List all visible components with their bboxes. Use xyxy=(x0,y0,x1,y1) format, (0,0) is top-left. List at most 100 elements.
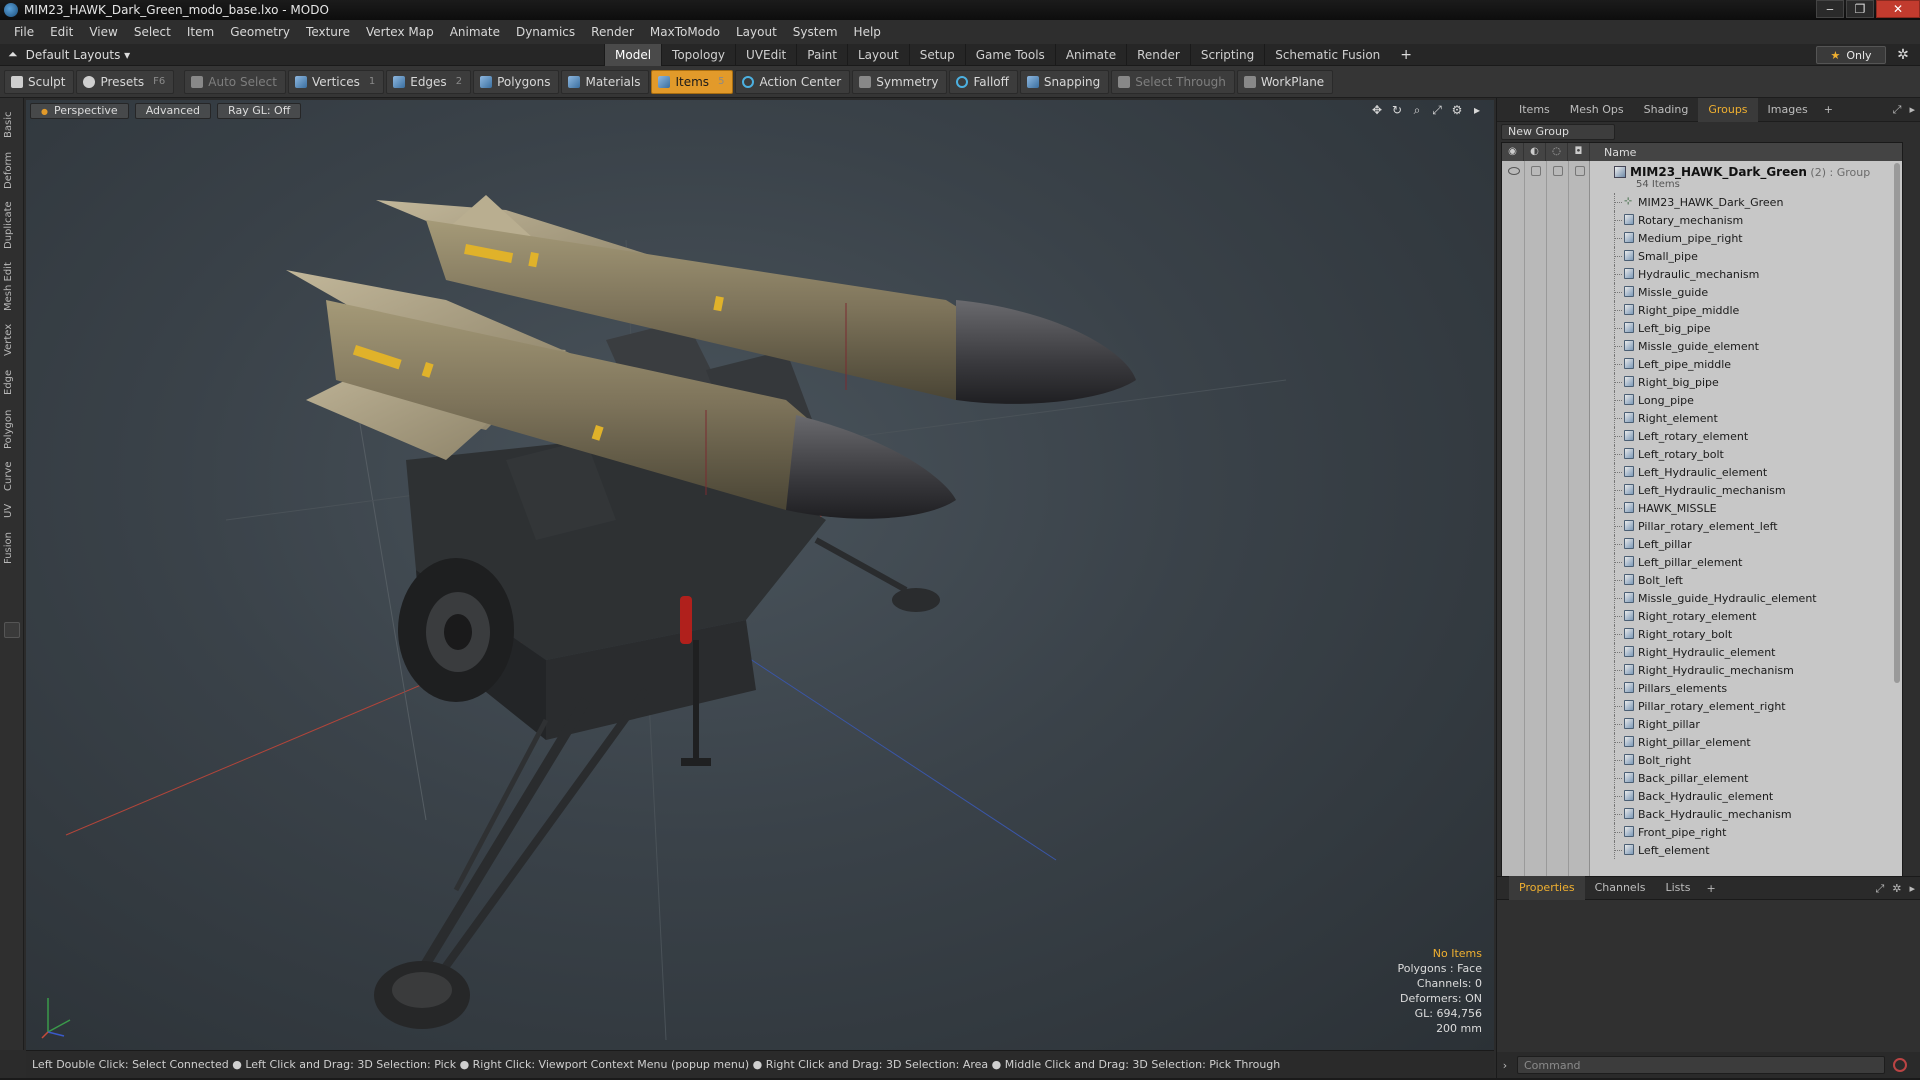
viewport-settings-icon[interactable]: ⚙ xyxy=(1450,103,1464,118)
tab-images[interactable]: Images xyxy=(1758,98,1818,122)
eye-column-icon[interactable]: ◉ xyxy=(1502,143,1524,161)
layout-gear-icon[interactable]: ✲ xyxy=(1894,46,1912,64)
list-scrollbar[interactable] xyxy=(1894,163,1900,683)
menu-animate[interactable]: Animate xyxy=(442,25,508,39)
group-render-toggle[interactable] xyxy=(1531,166,1541,176)
panel-menu-icon[interactable]: ▸ xyxy=(1909,103,1915,117)
add-prop-tab-button[interactable]: + xyxy=(1700,882,1721,895)
menu-texture[interactable]: Texture xyxy=(298,25,358,39)
menu-view[interactable]: View xyxy=(81,25,125,39)
list-item[interactable]: Right_Hydraulic_mechanism xyxy=(1502,661,1902,679)
vertices-button[interactable]: Vertices 1 xyxy=(287,69,385,94)
list-item[interactable]: Left_rotary_bolt xyxy=(1502,445,1902,463)
snapping-button[interactable]: Snapping xyxy=(1019,69,1110,94)
left-tab-polygon[interactable]: Polygon xyxy=(3,404,21,454)
sculpt-button[interactable]: Sculpt xyxy=(4,69,75,94)
add-tab-button[interactable]: + xyxy=(1390,44,1422,66)
group-lock-toggle[interactable] xyxy=(1553,166,1563,176)
prop-expand-icon[interactable]: ⤢ xyxy=(1875,882,1884,896)
polygons-button[interactable]: Polygons xyxy=(473,69,560,94)
menu-edit[interactable]: Edit xyxy=(42,25,81,39)
select-column-icon[interactable]: ◘ xyxy=(1568,143,1590,161)
list-item[interactable]: Left_pillar_element xyxy=(1502,553,1902,571)
list-item[interactable]: Right_element xyxy=(1502,409,1902,427)
list-item[interactable]: Rotary_mechanism xyxy=(1502,211,1902,229)
view-perspective-button[interactable]: ● Perspective xyxy=(30,103,129,119)
list-item[interactable]: Bolt_left xyxy=(1502,571,1902,589)
new-group-button[interactable]: New Group xyxy=(1501,124,1615,140)
left-tab-edge[interactable]: Edge xyxy=(3,364,21,400)
left-tab-deform[interactable]: Deform xyxy=(3,148,21,192)
lock-column-icon[interactable]: ◌ xyxy=(1546,143,1568,161)
group-visibility-eye-icon[interactable] xyxy=(1508,167,1520,175)
left-tab-fusion[interactable]: Fusion xyxy=(3,528,21,568)
symmetry-button[interactable]: Symmetry xyxy=(852,69,948,94)
rotate-icon[interactable]: ↻ xyxy=(1390,103,1404,118)
list-item[interactable]: ⊹ MIM23_HAWK_Dark_Green xyxy=(1502,193,1902,211)
menu-layout[interactable]: Layout xyxy=(728,25,785,39)
list-item[interactable]: Left_Hydraulic_mechanism xyxy=(1502,481,1902,499)
list-item[interactable]: Pillar_rotary_element_left xyxy=(1502,517,1902,535)
group-select-toggle[interactable] xyxy=(1575,166,1585,176)
tab-render[interactable]: Render xyxy=(1126,44,1190,66)
prop-gear-icon[interactable]: ✲ xyxy=(1892,882,1901,896)
workplane-button[interactable]: WorkPlane xyxy=(1236,69,1334,94)
list-item[interactable]: Right_rotary_bolt xyxy=(1502,625,1902,643)
menu-system[interactable]: System xyxy=(785,25,846,39)
list-item[interactable]: Back_pillar_element xyxy=(1502,769,1902,787)
list-item[interactable]: Right_pipe_middle xyxy=(1502,301,1902,319)
list-item[interactable]: Missle_guide_element xyxy=(1502,337,1902,355)
tab-scripting[interactable]: Scripting xyxy=(1189,44,1264,66)
zoom-icon[interactable]: ⌕ xyxy=(1410,103,1424,118)
shading-advanced-button[interactable]: Advanced xyxy=(134,103,212,119)
list-item[interactable]: Back_Hydraulic_mechanism xyxy=(1502,805,1902,823)
tab-lists[interactable]: Lists xyxy=(1656,876,1701,900)
menu-item[interactable]: Item xyxy=(179,25,222,39)
add-panel-tab-button[interactable]: + xyxy=(1818,103,1839,116)
maximize-button[interactable]: ❐ xyxy=(1846,0,1874,18)
expand-panel-icon[interactable]: ⤢ xyxy=(1893,103,1902,117)
group-row[interactable]: MIM23_HAWK_Dark_Green (2) : Group 54 Ite… xyxy=(1502,161,1902,193)
list-item[interactable]: Small_pipe xyxy=(1502,247,1902,265)
tab-topology[interactable]: Topology xyxy=(661,44,735,66)
render-column-icon[interactable]: ◐ xyxy=(1524,143,1546,161)
presets-button[interactable]: Presets F6 xyxy=(76,69,175,94)
list-item[interactable]: Left_element xyxy=(1502,841,1902,859)
record-macro-icon[interactable] xyxy=(1893,1058,1907,1072)
list-item[interactable]: Right_pillar xyxy=(1502,715,1902,733)
select-through-button[interactable]: Select Through xyxy=(1111,69,1235,94)
list-item[interactable]: Bolt_right xyxy=(1502,751,1902,769)
list-item[interactable]: HAWK_MISSLE xyxy=(1502,499,1902,517)
left-tab-basic[interactable]: Basic xyxy=(3,106,21,144)
left-tab-uv[interactable]: UV xyxy=(3,498,21,524)
pan-icon[interactable]: ✥ xyxy=(1370,103,1384,118)
left-tab-mesh-edit[interactable]: Mesh Edit xyxy=(3,258,21,316)
list-item[interactable]: Missle_guide_Hydraulic_element xyxy=(1502,589,1902,607)
tab-properties[interactable]: Properties xyxy=(1509,876,1585,900)
list-item[interactable]: Left_pillar xyxy=(1502,535,1902,553)
edges-button[interactable]: Edges 2 xyxy=(386,69,472,94)
tab-groups[interactable]: Groups xyxy=(1698,97,1758,122)
menu-render[interactable]: Render xyxy=(583,25,642,39)
command-input[interactable] xyxy=(1517,1056,1885,1074)
minimize-button[interactable]: ‒ xyxy=(1816,0,1844,18)
left-tab-duplicate[interactable]: Duplicate xyxy=(3,196,21,254)
list-item[interactable]: Pillars_elements xyxy=(1502,679,1902,697)
left-panel-toggle[interactable] xyxy=(4,622,20,638)
list-item[interactable]: Long_pipe xyxy=(1502,391,1902,409)
layout-selector[interactable]: ⏶ Default Layouts ▾ xyxy=(8,47,130,62)
list-item[interactable]: Left_big_pipe xyxy=(1502,319,1902,337)
3d-viewport[interactable]: ● Perspective Advanced Ray GL: Off ✥ ↻ ⌕ … xyxy=(26,100,1494,1050)
list-item[interactable]: Right_big_pipe xyxy=(1502,373,1902,391)
items-button[interactable]: Items 5 xyxy=(651,69,734,94)
list-item[interactable]: Back_Hydraulic_element xyxy=(1502,787,1902,805)
falloff-button[interactable]: Falloff xyxy=(949,69,1018,94)
tab-setup[interactable]: Setup xyxy=(908,44,965,66)
tab-items[interactable]: Items xyxy=(1509,98,1560,122)
list-item[interactable]: Pillar_rotary_element_right xyxy=(1502,697,1902,715)
tab-animate[interactable]: Animate xyxy=(1054,44,1126,66)
auto-select-button[interactable]: Auto Select xyxy=(184,69,286,94)
list-item[interactable]: Medium_pipe_right xyxy=(1502,229,1902,247)
raygl-button[interactable]: Ray GL: Off xyxy=(217,103,302,119)
only-button[interactable]: ★ Only xyxy=(1816,46,1886,64)
